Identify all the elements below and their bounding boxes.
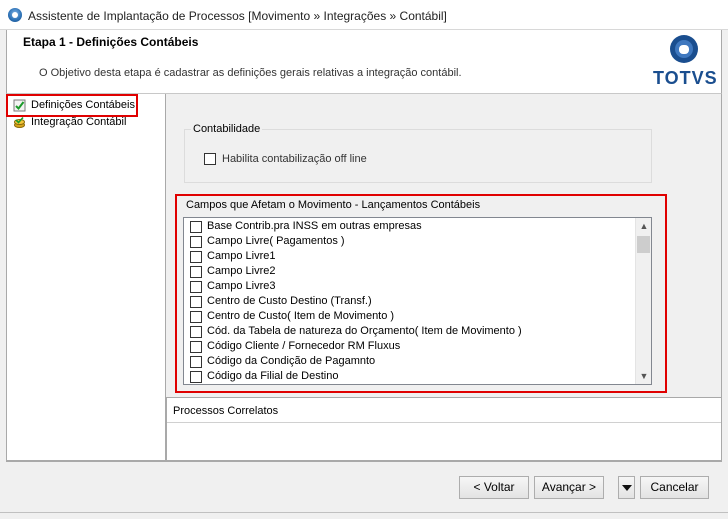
list-item[interactable]: Código da Filial de Destino — [190, 369, 630, 384]
list-item[interactable]: Campo Livre3 — [190, 279, 630, 294]
campos-legend: Campos que Afetam o Movimento - Lançamen… — [184, 199, 483, 211]
title-bar: Assistente de Implantação de Processos [… — [0, 0, 728, 30]
list-item[interactable]: Campo Livre1 — [190, 249, 630, 264]
next-button[interactable]: Avançar > — [534, 476, 604, 499]
totvs-logo: TOTVS — [651, 34, 717, 90]
list-item[interactable]: Centro de Custo( Item de Movimento ) — [190, 309, 630, 324]
scroll-thumb[interactable] — [637, 236, 650, 253]
coins-icon — [14, 116, 25, 128]
wizard-header: Etapa 1 - Definições Contábeis O Objetiv… — [6, 30, 722, 94]
back-button[interactable]: < Voltar — [459, 476, 529, 499]
list-item-checkbox[interactable] — [190, 251, 202, 263]
offline-checkbox-label: Habilita contabilização off line — [222, 153, 367, 165]
contabilidade-legend: Contabilidade — [191, 123, 263, 135]
list-item-checkbox[interactable] — [190, 221, 202, 233]
scroll-down-arrow-icon[interactable]: ▼ — [636, 368, 651, 384]
list-item-checkbox[interactable] — [190, 326, 202, 338]
list-item[interactable]: Campo Livre( Pagamentos ) — [190, 234, 630, 249]
list-item-checkbox[interactable] — [190, 236, 202, 248]
footer-separator — [6, 461, 722, 462]
list-scrollbar[interactable]: ▲ ▼ — [635, 218, 651, 384]
cancel-button[interactable]: Cancelar — [640, 476, 709, 499]
wizard-steps-panel: Definições Contábeis Integração Contábil — [6, 94, 166, 461]
list-item-checkbox[interactable] — [190, 371, 202, 383]
list-item-label: Cód. da Tabela de natureza do Orçamento(… — [207, 325, 522, 337]
list-item-checkbox[interactable] — [190, 341, 202, 353]
related-processes-title: Processos Correlatos — [173, 405, 279, 417]
list-item[interactable]: Base Contrib.pra INSS em outras empresas — [190, 219, 630, 234]
list-item-checkbox[interactable] — [190, 266, 202, 278]
list-item-label: Código da Condição de Pagamnto — [207, 355, 376, 367]
nav-item-integracao-contabil[interactable]: Integração Contábil — [11, 115, 161, 131]
logo-text: TOTVS — [653, 68, 718, 88]
list-item-checkbox[interactable] — [190, 296, 202, 308]
campos-checklist[interactable]: Base Contrib.pra INSS em outras empresas… — [183, 217, 652, 385]
list-item[interactable]: Campo Livre2 — [190, 264, 630, 279]
list-item-label: Centro de Custo Destino (Transf.) — [207, 295, 372, 307]
list-item[interactable]: Código Cliente / Fornecedor RM Fluxus — [190, 339, 630, 354]
list-item-checkbox[interactable] — [190, 281, 202, 293]
list-item[interactable]: Centro de Custo Destino (Transf.) — [190, 294, 630, 309]
list-item-label: Centro de Custo( Item de Movimento ) — [207, 310, 395, 322]
list-item-label: Código da Filial de Destino — [207, 370, 339, 382]
step-description: O Objetivo desta etapa é cadastrar as de… — [39, 67, 462, 79]
list-item-label: Base Contrib.pra INSS em outras empresas — [207, 220, 422, 232]
step-title: Etapa 1 - Definições Contábeis — [23, 35, 199, 49]
nav-item-label: Integração Contábil — [31, 116, 127, 128]
list-item-label: Campo Livre1 — [207, 250, 276, 262]
list-item[interactable]: Código da Condição de Pagamnto — [190, 354, 630, 369]
app-icon — [8, 8, 22, 22]
list-item-label: Código Cliente / Fornecedor RM Fluxus — [207, 340, 401, 352]
related-processes-panel: Processos Correlatos — [166, 397, 722, 461]
nav-highlight-box — [6, 94, 138, 117]
options-dropdown-button[interactable] — [618, 476, 635, 499]
offline-checkbox[interactable] — [204, 153, 216, 165]
related-processes-header: Processos Correlatos — [167, 398, 721, 423]
list-item-checkbox[interactable] — [190, 356, 202, 368]
totvs-logo-icon — [670, 35, 698, 63]
scroll-up-arrow-icon[interactable]: ▲ — [636, 218, 651, 234]
list-item-checkbox[interactable] — [190, 311, 202, 323]
list-item[interactable]: Cód. da Tabela de natureza do Orçamento(… — [190, 324, 630, 339]
list-item-label: Campo Livre3 — [207, 280, 276, 292]
window-bottom-border — [0, 512, 728, 519]
window-title: Assistente de Implantação de Processos [… — [28, 9, 447, 23]
list-item-label: Campo Livre2 — [207, 265, 276, 277]
list-item-label: Campo Livre( Pagamentos ) — [207, 235, 345, 247]
